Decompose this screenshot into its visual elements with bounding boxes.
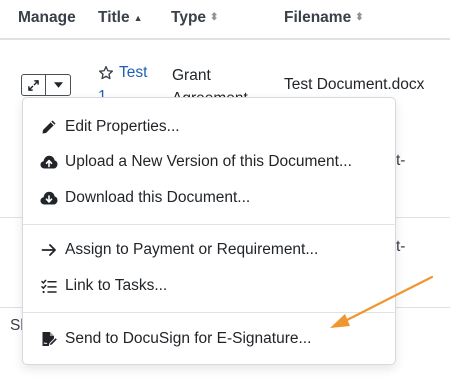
menu-item-upload-new-version[interactable]: Upload a New Version of this Document...: [39, 150, 352, 174]
column-header-type[interactable]: Type ⬍: [171, 9, 218, 27]
menu-item-label: Download this Document...: [65, 189, 251, 206]
row-filename-partial: t-: [396, 152, 406, 169]
document-title-link[interactable]: Test: [98, 64, 147, 82]
column-header-filename-label: Filename: [284, 9, 352, 26]
row-filename-partial: t-: [396, 238, 406, 255]
manage-button-group: [21, 74, 71, 96]
document-filename: Test Document.docx: [284, 76, 425, 93]
sort-icon: ⬍: [210, 12, 219, 23]
arrow-right-icon: [39, 240, 59, 260]
caret-down-icon: [53, 82, 63, 88]
menu-item-label: Send to DocuSign for E-Signature...: [65, 330, 312, 347]
menu-item-send-docusign[interactable]: Send to DocuSign for E-Signature...: [39, 327, 311, 351]
cloud-upload-icon: [39, 152, 59, 172]
column-header-manage: Manage: [18, 9, 76, 27]
table-header: Manage Title ▲ Type ⬍ Filename ⬍: [0, 0, 450, 40]
column-header-title-label: Title: [98, 9, 130, 26]
expand-button[interactable]: [21, 74, 46, 96]
document-type-line1: Grant: [172, 67, 211, 84]
column-header-type-label: Type: [171, 9, 207, 26]
menu-divider: [23, 224, 395, 225]
document-title-text[interactable]: Test: [119, 64, 147, 82]
menu-item-edit-properties[interactable]: Edit Properties...: [39, 115, 180, 139]
pencil-icon: [39, 117, 59, 137]
file-signature-icon: [39, 329, 59, 349]
column-header-manage-label: Manage: [18, 9, 76, 26]
menu-divider: [23, 312, 395, 313]
cloud-download-icon: [39, 188, 59, 208]
menu-item-assign-payment[interactable]: Assign to Payment or Requirement...: [39, 238, 318, 262]
menu-item-label: Edit Properties...: [65, 118, 180, 135]
menu-item-link-tasks[interactable]: Link to Tasks...: [39, 274, 167, 298]
menu-item-label: Link to Tasks...: [65, 277, 168, 294]
menu-item-label: Assign to Payment or Requirement...: [65, 241, 319, 258]
menu-item-label: Upload a New Version of this Document...: [65, 153, 352, 170]
column-header-filename[interactable]: Filename ⬍: [284, 9, 364, 27]
star-icon[interactable]: [98, 65, 114, 81]
expand-arrows-icon: [28, 79, 39, 91]
manage-dropdown-menu: Edit Properties... Upload a New Version …: [22, 97, 396, 365]
sort-icon: ⬍: [355, 12, 364, 23]
list-check-icon: [39, 276, 59, 296]
column-header-title[interactable]: Title ▲: [98, 9, 143, 27]
dropdown-toggle-button[interactable]: [46, 74, 71, 96]
menu-item-download-document[interactable]: Download this Document...: [39, 186, 250, 210]
sort-ascending-icon: ▲: [133, 12, 143, 23]
